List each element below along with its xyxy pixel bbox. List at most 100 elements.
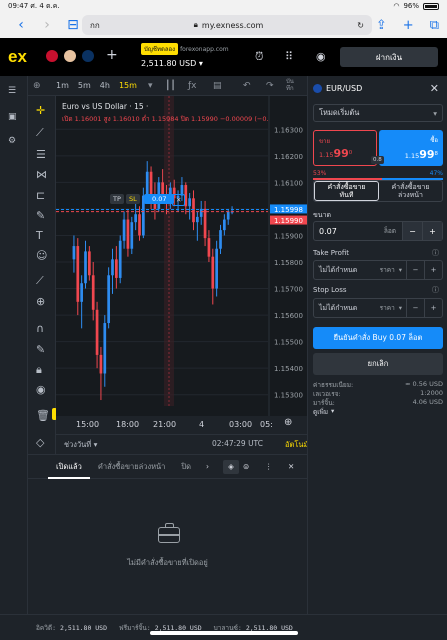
tab-open[interactable]: เปิดแล้ว [48, 455, 90, 479]
diamond-icon[interactable]: ◇ [36, 436, 44, 449]
take-profit-minus-button[interactable]: − [406, 261, 424, 279]
crosshair-icon[interactable]: ✛ [36, 104, 45, 117]
flag-us-icon[interactable] [82, 50, 94, 62]
buy-button[interactable]: ซื้อ 1.15998 [379, 130, 443, 166]
layout-icon[interactable]: ▤ [213, 81, 222, 91]
sell-price-big: 99 [333, 147, 349, 160]
candle-body [130, 222, 134, 249]
info-icon[interactable]: ⓘ [432, 248, 439, 258]
timeframe-1m[interactable]: 1m [56, 81, 69, 90]
candle-body [199, 208, 203, 217]
menu-icon[interactable]: ☰ [8, 86, 16, 96]
avatar-icon[interactable] [64, 50, 76, 62]
chevron-down-icon[interactable]: ▾ [399, 304, 402, 312]
price-chart[interactable]: 1.163001.162001.161001.160001.159001.158… [56, 96, 307, 416]
sl-tag[interactable]: SL [126, 194, 140, 204]
candle-body [192, 198, 195, 223]
lock-icon: 🔒︎ [193, 20, 198, 29]
fib-icon[interactable]: ☰ [36, 148, 46, 161]
timeframe-4h[interactable]: 4h [100, 81, 110, 90]
cancel-button[interactable]: ยกเลิก [313, 353, 443, 375]
more-label: ดูเพิ่ม [313, 408, 329, 416]
candle-type-icon[interactable]: ┃┃ [165, 81, 176, 91]
timeframe-15m[interactable]: 15m [119, 81, 137, 90]
time-label: 15:00 [76, 420, 100, 429]
flag-uk-icon[interactable] [46, 50, 58, 62]
tab-pending-order[interactable]: คำสั่งซื้อขาย ล่วงหน้า [379, 181, 442, 201]
zoom-in-icon[interactable]: ⊕ [36, 295, 45, 308]
reload-icon[interactable]: ↻ [357, 21, 364, 30]
apps-grid-icon[interactable]: ⠿ [285, 50, 293, 63]
take-profit-field[interactable]: ไม่ได้กำหนด ราคา ▾ − + [313, 260, 443, 280]
save-chart-button[interactable]: บัน ทึก [286, 78, 294, 92]
stop-loss-minus-button[interactable]: − [406, 299, 424, 317]
candle-body [107, 275, 110, 324]
candlestick-chart[interactable]: 1.163001.162001.161001.160001.159001.158… [56, 96, 307, 416]
scroll-to-end-icon[interactable]: ⊕ [284, 417, 292, 428]
forward-icon[interactable]: › [34, 17, 60, 33]
deposit-button[interactable]: ฝากเงิน [340, 47, 438, 67]
stop-loss-field[interactable]: ไม่ได้กำหนด ราคา ▾ − + [313, 298, 443, 318]
new-tab-icon[interactable]: + [403, 18, 414, 33]
ruler-icon[interactable]: ⟋ [36, 274, 44, 288]
close-order-icon[interactable]: ✕ [172, 194, 186, 206]
more-details-toggle[interactable]: ดูเพิ่ม ▾ [313, 407, 443, 417]
magnet-icon[interactable]: ∩ [36, 322, 44, 335]
close-panel-icon[interactable]: ✕ [288, 462, 294, 471]
indicators-icon[interactable]: ƒx [188, 81, 197, 91]
lock-drawing-icon[interactable]: ✎ [36, 343, 45, 356]
tabs-icon[interactable]: ⧉ [430, 18, 439, 33]
timeframe-5m[interactable]: 5m [78, 81, 91, 90]
stack-icon[interactable]: ⊜ [243, 462, 249, 471]
tab-pending[interactable]: คำสั่งซื้อขายล่วงหน้า [90, 455, 174, 479]
chevron-down-icon[interactable]: ▾ [399, 266, 402, 274]
close-icon[interactable]: ✕ [430, 82, 439, 95]
tab-market-order[interactable]: คำสั่งซื้อขาย ทันที [314, 181, 379, 201]
brush-icon[interactable]: ✎ [36, 209, 45, 222]
tab-closed[interactable]: ปิด [173, 455, 199, 479]
address-bar[interactable]: กก 🔒︎ my.exness.com ↻ [82, 15, 372, 35]
calendar-icon[interactable]: ▣ [8, 112, 17, 122]
volume-field[interactable]: 0.07 ล็อต − + [313, 221, 443, 241]
time-label: 21:00 [153, 420, 177, 429]
chevron-down-icon: ▾ [433, 108, 437, 118]
date-range-button[interactable]: ช่วงวันที่ ▾ [64, 439, 97, 451]
chevron-down-icon[interactable]: ▾ [148, 81, 153, 91]
pattern-icon[interactable]: ⋈ [36, 168, 47, 181]
confirm-buy-button[interactable]: ยืนยันคำสั่ง Buy 0.07 ล็อต [313, 327, 443, 349]
volume-plus-button[interactable]: + [422, 222, 442, 240]
emoji-icon[interactable]: ☺ [36, 249, 47, 262]
sell-label: ขาย [319, 138, 330, 145]
account-selector[interactable]: บัญชีทดลอง forexonapp.com 2,511.80 USD ▾ [141, 43, 229, 68]
redo-icon[interactable]: ↷ [266, 81, 274, 91]
visibility-icon[interactable]: ◉ [36, 383, 46, 396]
lock-icon[interactable]: 🔒︎ [36, 363, 42, 377]
exness-logo[interactable]: ex [8, 47, 27, 67]
volume-minus-button[interactable]: − [402, 222, 422, 240]
info-icon[interactable]: ⓘ [432, 285, 439, 295]
trendline-icon[interactable]: ⟋ [36, 126, 44, 140]
take-profit-plus-button[interactable]: + [424, 261, 442, 279]
mode-select[interactable]: โหมดเริ่มต้น ▾ [313, 104, 443, 122]
alarm-clock-icon[interactable]: ⏰︎ [255, 50, 264, 64]
layers-icon[interactable]: ◈ [223, 460, 239, 474]
tp-tag[interactable]: TP [110, 194, 124, 204]
trash-icon[interactable]: 🗑︎ [36, 409, 50, 422]
price-axis-label: 1.15300 [274, 392, 303, 400]
share-icon[interactable]: ⇪ [376, 18, 387, 33]
profile-icon[interactable]: ◉ [316, 50, 326, 63]
stop-loss-plus-button[interactable]: + [424, 299, 442, 317]
settings-icon[interactable]: ⚙ [8, 136, 16, 146]
stop-loss-label: Stop Loss [313, 286, 347, 294]
add-indicator-icon[interactable]: ⊕ [33, 81, 41, 91]
text-icon[interactable]: T [36, 229, 43, 242]
more-icon[interactable]: ⋮ [265, 462, 273, 471]
sell-button[interactable]: ขาย 1.15990 [313, 130, 377, 166]
equity-label: อิควิตี: [36, 623, 57, 632]
chevron-right-icon[interactable]: › [206, 462, 209, 471]
back-icon[interactable]: ‹ [8, 17, 34, 33]
undo-icon[interactable]: ↶ [243, 81, 251, 91]
projection-icon[interactable]: ⊏ [36, 189, 45, 202]
add-instrument-icon[interactable]: + [106, 47, 118, 63]
order-volume-tag[interactable]: 0.07 [144, 194, 175, 204]
